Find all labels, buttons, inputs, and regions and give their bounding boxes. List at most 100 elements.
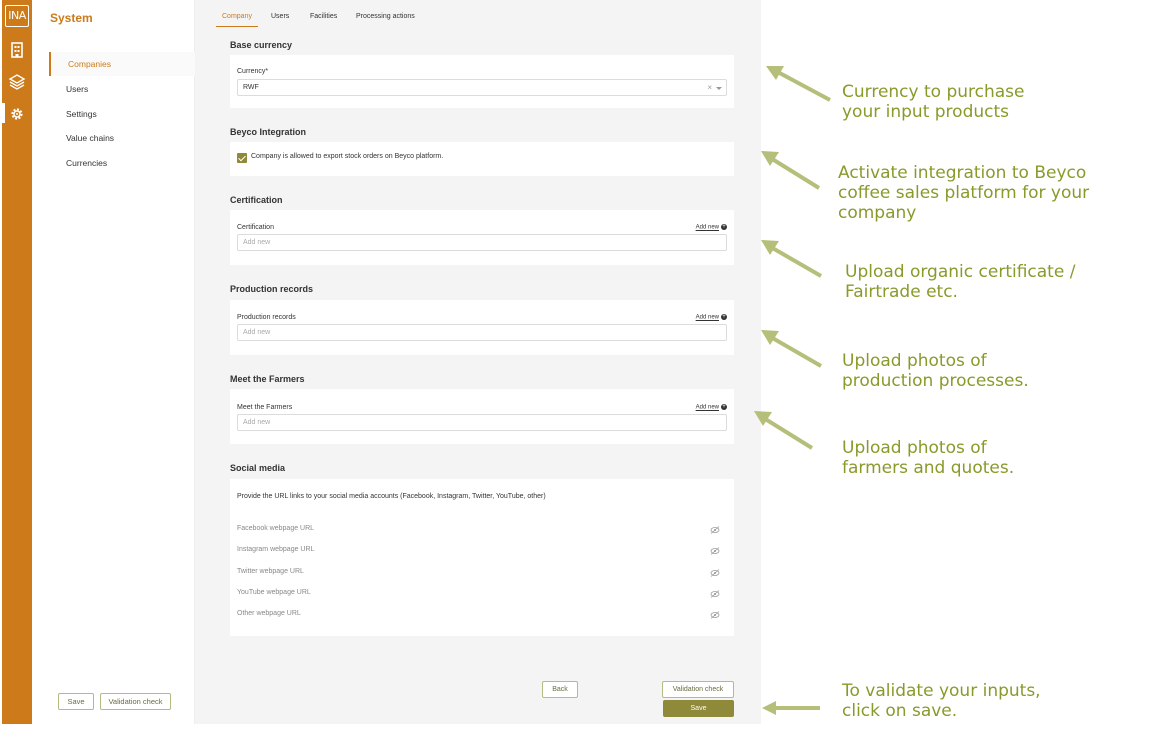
hidden-eye-icon[interactable] bbox=[710, 547, 720, 555]
currency-value: RWF bbox=[243, 84, 259, 91]
twitter-url-input[interactable]: Twitter webpage URL bbox=[237, 568, 727, 582]
validation-check-button[interactable]: Validation check bbox=[662, 681, 734, 698]
add-new-label: Add new bbox=[695, 224, 719, 231]
card-certification: Certification Add new + Add new bbox=[230, 210, 734, 265]
layers-icon[interactable] bbox=[8, 73, 26, 91]
currency-select[interactable]: RWF × bbox=[237, 79, 727, 96]
gear-icon[interactable] bbox=[8, 105, 26, 123]
instagram-url-input[interactable]: Instagram webpage URL bbox=[237, 546, 727, 560]
section-title-meet-farmers: Meet the Farmers bbox=[230, 374, 305, 384]
facebook-url-placeholder: Facebook webpage URL bbox=[237, 525, 315, 532]
tab-processing-actions[interactable]: Processing actions bbox=[356, 13, 415, 20]
tab-bar: Company Users Facilities Processing acti… bbox=[195, 0, 761, 34]
rail-active-indicator bbox=[2, 103, 5, 123]
hidden-eye-icon[interactable] bbox=[710, 526, 720, 534]
annotation-arrow-production bbox=[761, 330, 822, 368]
save-button[interactable]: Save bbox=[663, 700, 734, 717]
hidden-eye-icon[interactable] bbox=[710, 590, 720, 598]
annotation-text: your input products bbox=[842, 102, 1010, 122]
add-new-label: Add new bbox=[695, 404, 719, 411]
hidden-eye-icon[interactable] bbox=[710, 611, 720, 619]
sidebar-item-companies[interactable]: Companies bbox=[49, 52, 195, 76]
instagram-url-placeholder: Instagram webpage URL bbox=[237, 546, 315, 553]
section-title-base-currency: Base currency bbox=[230, 40, 293, 50]
section-title-certification: Certification bbox=[230, 195, 283, 205]
back-button[interactable]: Back bbox=[542, 681, 578, 698]
beyco-checkbox-label: Company is allowed to export stock order… bbox=[251, 153, 444, 160]
page: INA System Companies Users Settings Valu… bbox=[0, 0, 1158, 731]
hidden-eye-icon[interactable] bbox=[710, 569, 720, 577]
annotation-text: Fairtrade etc. bbox=[845, 282, 958, 302]
annotation-arrow-farmers bbox=[754, 411, 814, 450]
other-url-input[interactable]: Other webpage URL bbox=[237, 610, 727, 624]
annotation-text: coffee sales platform for your bbox=[838, 183, 1090, 203]
plus-icon: + bbox=[721, 404, 727, 410]
production-records-label: Production records bbox=[237, 314, 296, 321]
youtube-url-input[interactable]: YouTube webpage URL bbox=[237, 589, 727, 603]
sidebar-title: System bbox=[50, 11, 93, 25]
clear-icon[interactable]: × bbox=[707, 80, 712, 95]
plus-icon: + bbox=[721, 224, 727, 230]
annotation-text: Upload photos of bbox=[842, 438, 987, 458]
currency-label: Currency* bbox=[237, 68, 269, 75]
annotation-text: company bbox=[838, 203, 917, 223]
annotation-currency: Currency to purchase your input products bbox=[842, 82, 1025, 122]
annotation-certification: Upload organic certificate / Fairtrade e… bbox=[845, 262, 1075, 302]
annotation-arrow-currency bbox=[766, 66, 831, 102]
app-rail: INA bbox=[2, 0, 32, 724]
social-media-description: Provide the URL links to your social med… bbox=[237, 493, 546, 500]
certification-input[interactable]: Add new bbox=[237, 234, 727, 251]
tab-facilities[interactable]: Facilities bbox=[310, 13, 337, 20]
meet-farmers-label: Meet the Farmers bbox=[237, 404, 293, 411]
sidebar-save-button[interactable]: Save bbox=[58, 693, 94, 710]
production-records-add-new[interactable]: Add new + bbox=[696, 314, 727, 321]
annotation-farmers: Upload photos of farmers and quotes. bbox=[842, 438, 1014, 478]
card-beyco: Company is allowed to export stock order… bbox=[230, 142, 734, 176]
annotation-text: production processes. bbox=[842, 371, 1029, 391]
annotation-text: Upload organic certificate / bbox=[845, 262, 1076, 282]
annotation-production: Upload photos of production processes. bbox=[842, 351, 1029, 391]
facebook-url-input[interactable]: Facebook webpage URL bbox=[237, 525, 727, 539]
youtube-url-placeholder: YouTube webpage URL bbox=[237, 589, 311, 596]
app-logo[interactable]: INA bbox=[5, 5, 29, 27]
annotation-save: To validate your inputs, click on save. bbox=[842, 681, 1041, 721]
annotation-arrow-beyco bbox=[761, 151, 821, 190]
annotation-arrow-certification bbox=[761, 240, 822, 278]
annotation-text: Upload photos of bbox=[842, 351, 987, 371]
plus-icon: + bbox=[721, 314, 727, 320]
building-icon[interactable] bbox=[8, 41, 26, 59]
meet-farmers-input[interactable]: Add new bbox=[237, 414, 727, 431]
sidebar-item-users[interactable]: Users bbox=[49, 77, 195, 101]
card-production-records: Production records Add new + Add new bbox=[230, 300, 734, 355]
chevron-down-icon[interactable] bbox=[716, 87, 722, 90]
meet-farmers-add-new[interactable]: Add new + bbox=[696, 404, 727, 411]
annotation-text: To validate your inputs, bbox=[842, 681, 1041, 701]
annotation-text: click on save. bbox=[842, 701, 958, 721]
card-meet-farmers: Meet the Farmers Add new + Add new bbox=[230, 389, 734, 444]
sidebar-item-settings[interactable]: Settings bbox=[49, 102, 195, 126]
tab-users[interactable]: Users bbox=[271, 13, 289, 20]
certification-label: Certification bbox=[237, 224, 274, 231]
tab-company[interactable]: Company bbox=[216, 13, 258, 27]
certification-add-new[interactable]: Add new + bbox=[696, 224, 727, 231]
annotation-text: Activate integration to Beyco bbox=[838, 163, 1087, 183]
beyco-checkbox[interactable] bbox=[237, 153, 247, 163]
section-title-beyco: Beyco Integration bbox=[230, 127, 307, 137]
twitter-url-placeholder: Twitter webpage URL bbox=[237, 568, 304, 575]
card-base-currency: Currency* RWF × bbox=[230, 55, 734, 108]
section-title-social-media: Social media bbox=[230, 463, 286, 473]
card-social-media: Provide the URL links to your social med… bbox=[230, 479, 734, 636]
add-new-label: Add new bbox=[695, 314, 719, 321]
annotation-arrow-save bbox=[762, 701, 820, 715]
secondary-sidebar: System Companies Users Settings Value ch… bbox=[33, 0, 195, 724]
sidebar-item-currencies[interactable]: Currencies bbox=[49, 151, 195, 175]
annotation-text: farmers and quotes. bbox=[842, 458, 1015, 478]
sidebar-validation-button[interactable]: Validation check bbox=[100, 693, 171, 710]
main-content: Company Users Facilities Processing acti… bbox=[195, 0, 761, 724]
sidebar-item-value-chains[interactable]: Value chains bbox=[49, 126, 195, 150]
production-records-input[interactable]: Add new bbox=[237, 324, 727, 341]
other-url-placeholder: Other webpage URL bbox=[237, 610, 301, 617]
section-title-production-records: Production records bbox=[230, 284, 314, 294]
annotation-beyco: Activate integration to Beyco coffee sal… bbox=[838, 163, 1089, 223]
annotation-text: Currency to purchase bbox=[842, 82, 1025, 102]
